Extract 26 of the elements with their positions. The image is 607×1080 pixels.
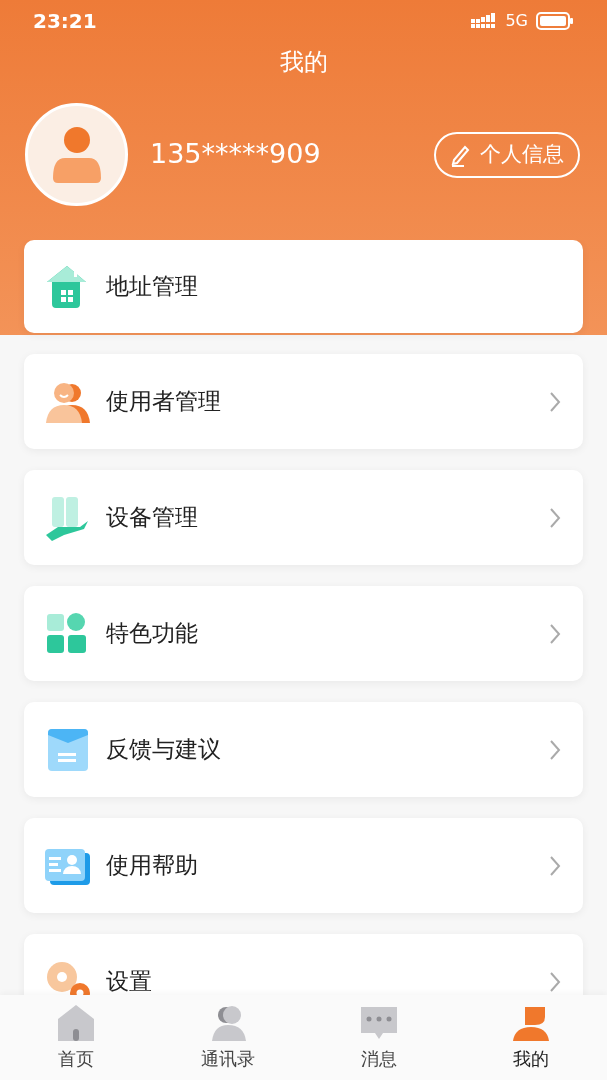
signal-icon <box>471 13 498 29</box>
menu-label: 特色功能 <box>106 619 198 649</box>
battery-icon <box>536 12 574 30</box>
menu-item[interactable]: 设置 <box>24 934 583 995</box>
menu-label: 设置 <box>106 967 152 995</box>
tab[interactable]: 消息 <box>303 995 456 1080</box>
menu-item[interactable]: 反馈与建议 <box>24 702 583 797</box>
menu-label: 使用帮助 <box>106 851 198 881</box>
menu-item[interactable]: 使用者管理 <box>24 354 583 449</box>
phone-number: 135*****909 <box>150 137 321 172</box>
devices-in-hand-icon <box>44 494 90 541</box>
menu-item[interactable]: 使用帮助 <box>24 818 583 913</box>
menu-item[interactable]: 特色功能 <box>24 586 583 681</box>
menu-label: 地址管理 <box>106 272 198 302</box>
menu-label: 使用者管理 <box>106 387 221 417</box>
network-type: 5G <box>505 10 528 32</box>
tab[interactable]: 首页 <box>0 995 152 1080</box>
person-icon <box>50 125 103 184</box>
menu-label: 设备管理 <box>106 503 198 533</box>
page-title: 我的 <box>279 47 328 78</box>
tab[interactable]: 通讯录 <box>151 995 304 1080</box>
status-time: 23:21 <box>33 8 97 35</box>
menu-item[interactable]: 设备管理 <box>24 470 583 565</box>
menu-item[interactable]: 地址管理 <box>24 240 583 333</box>
menu-label: 反馈与建议 <box>106 735 221 765</box>
tab[interactable]: 我的 <box>455 995 607 1080</box>
